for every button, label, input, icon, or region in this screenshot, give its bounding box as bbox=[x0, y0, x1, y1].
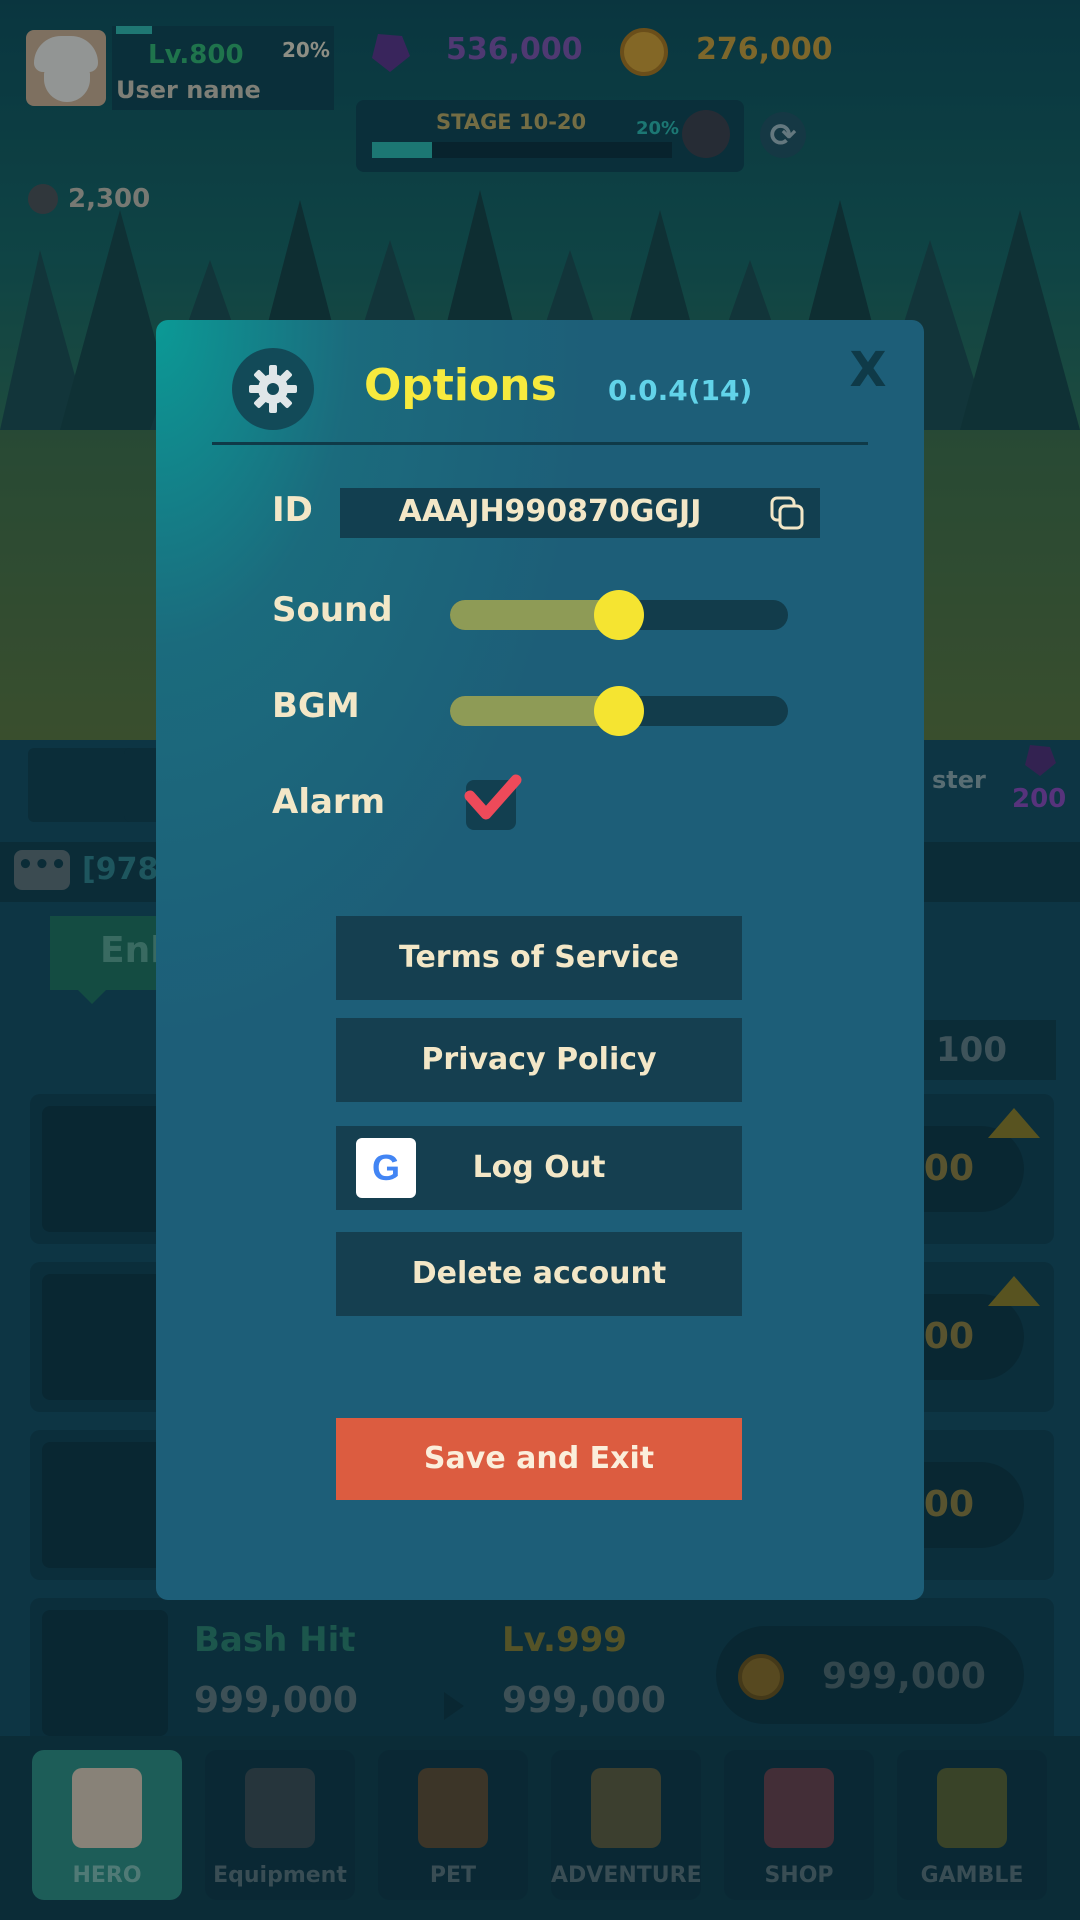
alarm-label: Alarm bbox=[272, 782, 386, 822]
close-button[interactable]: X bbox=[842, 342, 894, 398]
bgm-label: BGM bbox=[272, 686, 360, 726]
id-field: AAAJH990870GGJJ bbox=[340, 488, 820, 538]
delete-account-button[interactable]: Delete account bbox=[336, 1232, 742, 1316]
options-dialog: Options 0.0.4(14) X ID AAAJH990870GGJJ S… bbox=[156, 320, 924, 1600]
privacy-policy-button[interactable]: Privacy Policy bbox=[336, 1018, 742, 1102]
google-glyph: G bbox=[371, 1147, 400, 1188]
sound-label: Sound bbox=[272, 590, 393, 630]
id-label: ID bbox=[272, 490, 313, 530]
google-icon: G bbox=[356, 1138, 416, 1198]
terms-of-service-button[interactable]: Terms of Service bbox=[336, 916, 742, 1000]
gear-icon bbox=[232, 348, 314, 430]
bgm-slider[interactable] bbox=[450, 686, 788, 736]
bgm-slider-knob[interactable] bbox=[594, 686, 644, 736]
copy-icon[interactable] bbox=[768, 494, 806, 532]
logout-button[interactable]: G Log Out bbox=[336, 1126, 742, 1210]
sound-slider[interactable] bbox=[450, 590, 788, 640]
save-and-exit-button[interactable]: Save and Exit bbox=[336, 1418, 742, 1500]
divider bbox=[212, 442, 868, 445]
version-label: 0.0.4(14) bbox=[608, 374, 753, 407]
dialog-title: Options bbox=[364, 360, 557, 411]
id-value: AAAJH990870GGJJ bbox=[398, 494, 702, 529]
checkmark-icon bbox=[464, 774, 522, 820]
sound-slider-knob[interactable] bbox=[594, 590, 644, 640]
alarm-checkbox[interactable] bbox=[464, 774, 522, 830]
logout-label: Log Out bbox=[472, 1150, 606, 1185]
